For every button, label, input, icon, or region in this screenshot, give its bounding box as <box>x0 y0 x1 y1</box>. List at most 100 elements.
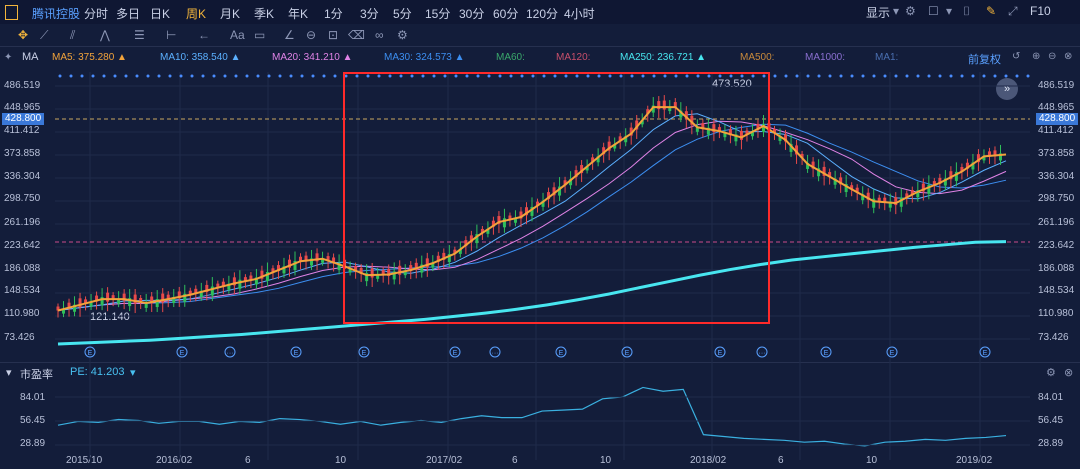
event-dot <box>905 74 909 78</box>
event-dot <box>410 74 414 78</box>
event-dot <box>69 74 73 78</box>
event-dot <box>663 74 667 78</box>
event-marker-label: E <box>559 350 564 357</box>
event-marker-label: E <box>88 350 93 357</box>
event-dot <box>476 74 480 78</box>
candle-body <box>106 292 110 302</box>
candle-body <box>370 268 374 278</box>
event-dot <box>454 74 458 78</box>
event-dot <box>212 74 216 78</box>
event-dot <box>168 74 172 78</box>
event-dot <box>542 74 546 78</box>
event-dot <box>443 74 447 78</box>
event-dot <box>322 74 326 78</box>
event-dot <box>80 74 84 78</box>
event-dot <box>146 74 150 78</box>
event-dot <box>828 74 832 78</box>
event-dot <box>135 74 139 78</box>
event-dot <box>520 74 524 78</box>
event-dot <box>421 74 425 78</box>
event-dot <box>124 74 128 78</box>
event-dot <box>377 74 381 78</box>
event-dot <box>278 74 282 78</box>
event-dot <box>982 74 986 78</box>
event-dot <box>740 74 744 78</box>
event-dot <box>773 74 777 78</box>
event-dot <box>707 74 711 78</box>
event-dot <box>179 74 183 78</box>
event-dot <box>641 74 645 78</box>
kline-chart[interactable]: E E ··· E E E ··· E E E ··· E E E <box>0 0 1080 469</box>
event-dot <box>465 74 469 78</box>
event-dot <box>234 74 238 78</box>
event-dot <box>861 74 865 78</box>
event-dot <box>91 74 95 78</box>
event-dot <box>498 74 502 78</box>
event-dot <box>388 74 392 78</box>
event-dot <box>366 74 370 78</box>
event-marker-label: ··· <box>492 350 499 357</box>
event-dot <box>839 74 843 78</box>
event-dot <box>630 74 634 78</box>
event-dot <box>289 74 293 78</box>
event-dot <box>190 74 194 78</box>
event-dot <box>157 74 161 78</box>
event-dot <box>113 74 117 78</box>
event-dot <box>817 74 821 78</box>
event-marker-label: E <box>362 350 367 357</box>
event-dot <box>751 74 755 78</box>
event-dot <box>762 74 766 78</box>
event-marker-label: E <box>625 350 630 357</box>
event-marker-label: E <box>890 350 895 357</box>
event-dot <box>795 74 799 78</box>
event-marker-label: ··· <box>759 350 766 357</box>
event-marker-label: E <box>983 350 988 357</box>
event-dot <box>1026 74 1030 78</box>
event-dot <box>300 74 304 78</box>
event-dot <box>971 74 975 78</box>
event-dot <box>311 74 315 78</box>
event-dot <box>223 74 227 78</box>
event-dot <box>355 74 359 78</box>
event-dot <box>586 74 590 78</box>
event-dot <box>652 74 656 78</box>
event-dot <box>553 74 557 78</box>
event-dot <box>619 74 623 78</box>
event-marker-label: E <box>718 350 723 357</box>
event-dot <box>256 74 260 78</box>
pe-line <box>57 386 1007 447</box>
event-dot <box>784 74 788 78</box>
event-dot <box>531 74 535 78</box>
event-dot <box>872 74 876 78</box>
event-dot <box>575 74 579 78</box>
event-dot <box>674 74 678 78</box>
event-dot <box>102 74 106 78</box>
event-marker-label: E <box>294 350 299 357</box>
event-dot <box>399 74 403 78</box>
event-dot <box>718 74 722 78</box>
event-dot <box>1004 74 1008 78</box>
event-dot <box>993 74 997 78</box>
event-dot <box>729 74 733 78</box>
event-marker-label: ··· <box>227 350 234 357</box>
event-dot <box>267 74 271 78</box>
event-dot <box>938 74 942 78</box>
event-dot <box>201 74 205 78</box>
event-marker-label: E <box>453 350 458 357</box>
highlight-box <box>343 72 770 324</box>
event-dot <box>883 74 887 78</box>
event-dot <box>685 74 689 78</box>
event-dot <box>949 74 953 78</box>
event-dot <box>487 74 491 78</box>
event-marker-label: E <box>824 350 829 357</box>
event-dot <box>850 74 854 78</box>
event-dot <box>509 74 513 78</box>
event-dot <box>333 74 337 78</box>
event-marker-label: E <box>180 350 185 357</box>
event-dot <box>894 74 898 78</box>
event-dot <box>432 74 436 78</box>
candle-body <box>739 130 743 140</box>
event-dot <box>597 74 601 78</box>
ma5-line <box>57 106 1007 312</box>
event-dot <box>564 74 568 78</box>
